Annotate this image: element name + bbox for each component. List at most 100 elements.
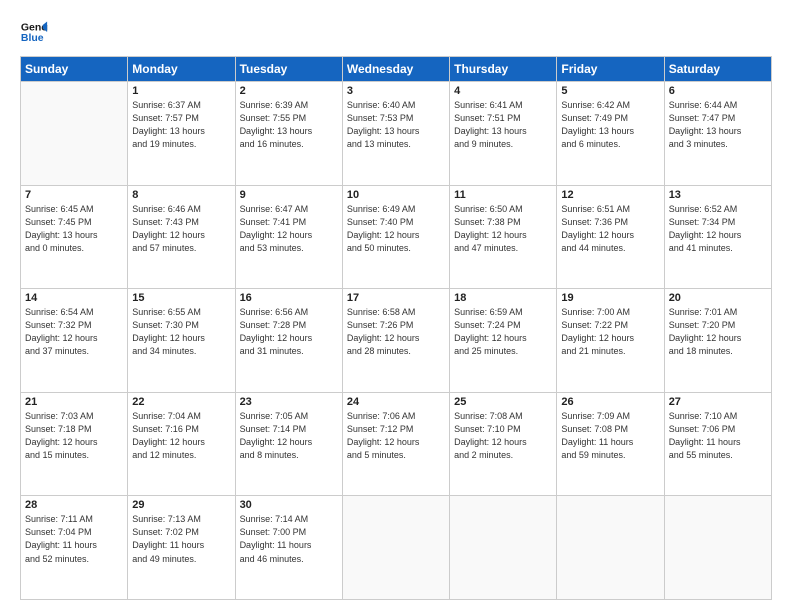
day-number: 24 (347, 396, 445, 408)
day-info: Sunrise: 6:55 AM Sunset: 7:30 PM Dayligh… (132, 306, 230, 358)
weekday-header-thursday: Thursday (450, 57, 557, 82)
weekday-header-saturday: Saturday (664, 57, 771, 82)
header: General Blue (20, 18, 772, 46)
day-number: 9 (240, 189, 338, 201)
day-cell: 5 Sunrise: 6:42 AM Sunset: 7:49 PM Daylig… (557, 82, 664, 186)
day-number: 27 (669, 396, 767, 408)
day-cell (21, 82, 128, 186)
day-cell: 9 Sunrise: 6:47 AM Sunset: 7:41 PM Daylig… (235, 185, 342, 289)
day-info: Sunrise: 6:51 AM Sunset: 7:36 PM Dayligh… (561, 203, 659, 255)
day-number: 28 (25, 499, 123, 511)
day-cell: 10 Sunrise: 6:49 AM Sunset: 7:40 PM Dayli… (342, 185, 449, 289)
weekday-header-wednesday: Wednesday (342, 57, 449, 82)
day-info: Sunrise: 6:56 AM Sunset: 7:28 PM Dayligh… (240, 306, 338, 358)
day-number: 21 (25, 396, 123, 408)
day-number: 8 (132, 189, 230, 201)
page: General Blue SundayMondayTuesdayWednesda… (0, 0, 792, 612)
day-info: Sunrise: 6:44 AM Sunset: 7:47 PM Dayligh… (669, 99, 767, 151)
day-number: 23 (240, 396, 338, 408)
day-number: 17 (347, 292, 445, 304)
day-number: 25 (454, 396, 552, 408)
week-row-1: 1 Sunrise: 6:37 AM Sunset: 7:57 PM Daylig… (21, 82, 772, 186)
day-info: Sunrise: 7:09 AM Sunset: 7:08 PM Dayligh… (561, 410, 659, 462)
day-number: 26 (561, 396, 659, 408)
day-number: 7 (25, 189, 123, 201)
day-cell: 17 Sunrise: 6:58 AM Sunset: 7:26 PM Dayli… (342, 289, 449, 393)
day-number: 1 (132, 85, 230, 97)
day-number: 4 (454, 85, 552, 97)
weekday-header-tuesday: Tuesday (235, 57, 342, 82)
day-cell (450, 496, 557, 600)
day-info: Sunrise: 6:58 AM Sunset: 7:26 PM Dayligh… (347, 306, 445, 358)
day-info: Sunrise: 6:49 AM Sunset: 7:40 PM Dayligh… (347, 203, 445, 255)
day-info: Sunrise: 7:01 AM Sunset: 7:20 PM Dayligh… (669, 306, 767, 358)
day-info: Sunrise: 6:46 AM Sunset: 7:43 PM Dayligh… (132, 203, 230, 255)
day-cell: 19 Sunrise: 7:00 AM Sunset: 7:22 PM Dayli… (557, 289, 664, 393)
day-cell: 22Sunrise: 7:04 AM Sunset: 7:16 PM Dayli… (128, 392, 235, 496)
day-number: 12 (561, 189, 659, 201)
day-info: Sunrise: 7:05 AM Sunset: 7:14 PM Dayligh… (240, 410, 338, 462)
day-number: 2 (240, 85, 338, 97)
day-cell: 1 Sunrise: 6:37 AM Sunset: 7:57 PM Daylig… (128, 82, 235, 186)
day-cell: 2 Sunrise: 6:39 AM Sunset: 7:55 PM Daylig… (235, 82, 342, 186)
day-cell: 11 Sunrise: 6:50 AM Sunset: 7:38 PM Dayli… (450, 185, 557, 289)
day-info: Sunrise: 6:47 AM Sunset: 7:41 PM Dayligh… (240, 203, 338, 255)
week-row-5: 28 Sunrise: 7:11 AM Sunset: 7:04 PM Dayli… (21, 496, 772, 600)
day-cell: 26 Sunrise: 7:09 AM Sunset: 7:08 PM Dayli… (557, 392, 664, 496)
weekday-header-row: SundayMondayTuesdayWednesdayThursdayFrid… (21, 57, 772, 82)
day-cell: 4 Sunrise: 6:41 AM Sunset: 7:51 PM Daylig… (450, 82, 557, 186)
day-cell: 8 Sunrise: 6:46 AM Sunset: 7:43 PM Daylig… (128, 185, 235, 289)
day-number: 15 (132, 292, 230, 304)
day-cell: 16 Sunrise: 6:56 AM Sunset: 7:28 PM Dayli… (235, 289, 342, 393)
day-cell: 14 Sunrise: 6:54 AM Sunset: 7:32 PM Dayli… (21, 289, 128, 393)
day-number: 3 (347, 85, 445, 97)
day-number: 16 (240, 292, 338, 304)
weekday-header-monday: Monday (128, 57, 235, 82)
logo-icon: General Blue (20, 18, 48, 46)
day-info: Sunrise: 6:50 AM Sunset: 7:38 PM Dayligh… (454, 203, 552, 255)
day-info: Sunrise: 6:42 AM Sunset: 7:49 PM Dayligh… (561, 99, 659, 151)
day-cell: 13 Sunrise: 6:52 AM Sunset: 7:34 PM Dayli… (664, 185, 771, 289)
day-info: Sunrise: 7:06 AM Sunset: 7:12 PM Dayligh… (347, 410, 445, 462)
day-cell: 18Sunrise: 6:59 AM Sunset: 7:24 PM Dayli… (450, 289, 557, 393)
logo: General Blue (20, 18, 48, 46)
svg-text:Blue: Blue (21, 32, 44, 44)
day-number: 29 (132, 499, 230, 511)
day-cell: 23 Sunrise: 7:05 AM Sunset: 7:14 PM Dayli… (235, 392, 342, 496)
day-info: Sunrise: 6:37 AM Sunset: 7:57 PM Dayligh… (132, 99, 230, 151)
day-number: 30 (240, 499, 338, 511)
weekday-header-sunday: Sunday (21, 57, 128, 82)
day-cell: 27 Sunrise: 7:10 AM Sunset: 7:06 PM Dayli… (664, 392, 771, 496)
day-cell: 12 Sunrise: 6:51 AM Sunset: 7:36 PM Dayli… (557, 185, 664, 289)
day-cell: 6Sunrise: 6:44 AM Sunset: 7:47 PM Daylig… (664, 82, 771, 186)
day-number: 19 (561, 292, 659, 304)
day-info: Sunrise: 6:41 AM Sunset: 7:51 PM Dayligh… (454, 99, 552, 151)
day-info: Sunrise: 6:40 AM Sunset: 7:53 PM Dayligh… (347, 99, 445, 151)
day-info: Sunrise: 7:10 AM Sunset: 7:06 PM Dayligh… (669, 410, 767, 462)
day-number: 14 (25, 292, 123, 304)
day-number: 5 (561, 85, 659, 97)
day-cell: 25 Sunrise: 7:08 AM Sunset: 7:10 PM Dayli… (450, 392, 557, 496)
day-info: Sunrise: 7:11 AM Sunset: 7:04 PM Dayligh… (25, 513, 123, 565)
day-cell (342, 496, 449, 600)
day-info: Sunrise: 7:08 AM Sunset: 7:10 PM Dayligh… (454, 410, 552, 462)
day-number: 13 (669, 189, 767, 201)
day-cell: 15 Sunrise: 6:55 AM Sunset: 7:30 PM Dayli… (128, 289, 235, 393)
day-cell: 3 Sunrise: 6:40 AM Sunset: 7:53 PM Daylig… (342, 82, 449, 186)
day-info: Sunrise: 6:54 AM Sunset: 7:32 PM Dayligh… (25, 306, 123, 358)
day-info: Sunrise: 7:03 AM Sunset: 7:18 PM Dayligh… (25, 410, 123, 462)
day-info: Sunrise: 7:04 AM Sunset: 7:16 PM Dayligh… (132, 410, 230, 462)
day-info: Sunrise: 6:52 AM Sunset: 7:34 PM Dayligh… (669, 203, 767, 255)
day-info: Sunrise: 7:00 AM Sunset: 7:22 PM Dayligh… (561, 306, 659, 358)
day-cell: 28 Sunrise: 7:11 AM Sunset: 7:04 PM Dayli… (21, 496, 128, 600)
day-info: Sunrise: 6:39 AM Sunset: 7:55 PM Dayligh… (240, 99, 338, 151)
day-number: 20 (669, 292, 767, 304)
day-info: Sunrise: 7:14 AM Sunset: 7:00 PM Dayligh… (240, 513, 338, 565)
weekday-header-friday: Friday (557, 57, 664, 82)
day-cell: 7Sunrise: 6:45 AM Sunset: 7:45 PM Daylig… (21, 185, 128, 289)
day-number: 10 (347, 189, 445, 201)
day-number: 18 (454, 292, 552, 304)
day-cell: 24 Sunrise: 7:06 AM Sunset: 7:12 PM Dayli… (342, 392, 449, 496)
week-row-4: 21 Sunrise: 7:03 AM Sunset: 7:18 PM Dayli… (21, 392, 772, 496)
day-number: 11 (454, 189, 552, 201)
